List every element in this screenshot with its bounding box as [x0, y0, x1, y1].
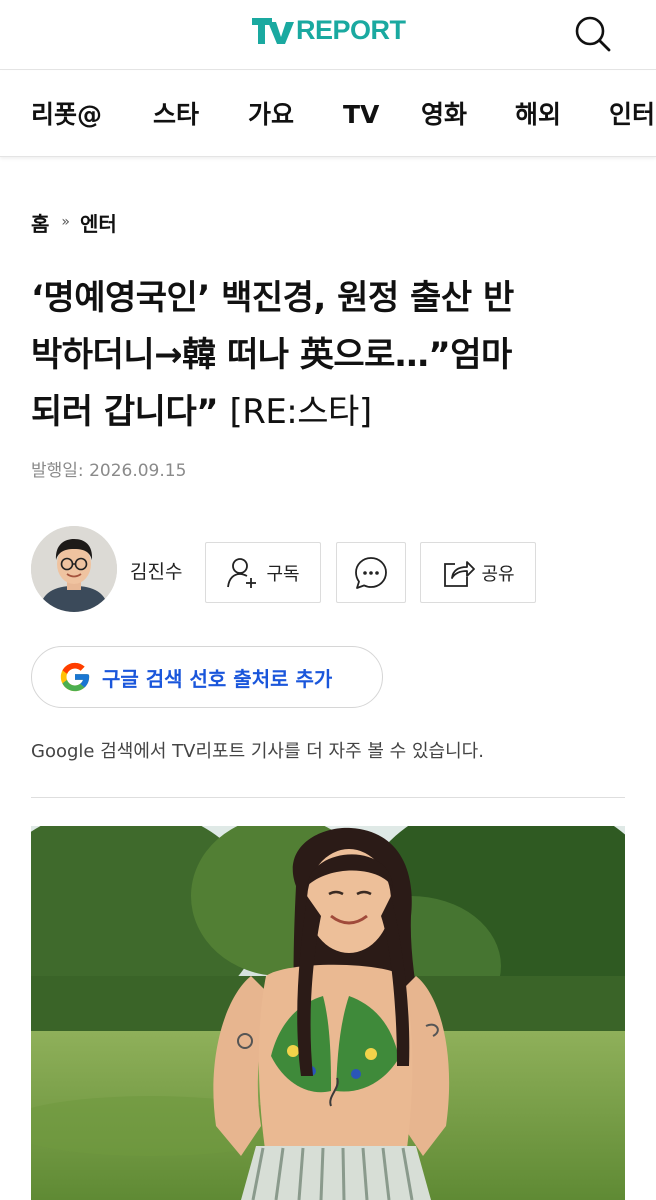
- category-nav: 리폿@ 스타 가요 TV 영화 해외 인터: [0, 71, 656, 157]
- search-button[interactable]: [570, 12, 616, 56]
- share-button[interactable]: 공유: [420, 542, 536, 603]
- tv-report-logo[interactable]: REPORT: [250, 10, 406, 50]
- nav-item-report[interactable]: 리폿@: [31, 97, 102, 133]
- nav-item-overseas[interactable]: 해외: [515, 97, 561, 133]
- publish-date-label: 발행일:: [31, 461, 84, 481]
- author-name[interactable]: 김진수: [130, 557, 182, 584]
- google-g-icon: [60, 662, 90, 692]
- publish-date: 발행일: 2026.09.15: [31, 456, 186, 482]
- breadcrumb-home[interactable]: 홈: [31, 208, 49, 237]
- divider: [31, 797, 625, 798]
- author-photo: [31, 526, 117, 612]
- breadcrumb-section[interactable]: 엔터: [80, 208, 117, 237]
- share-icon: [444, 560, 476, 587]
- user-plus-icon: [227, 557, 257, 588]
- google-preferred-source-button[interactable]: 구글 검색 선호 출처로 추가: [31, 646, 383, 708]
- subscribe-label: 구독: [266, 563, 300, 585]
- google-button-label: 구글 검색 선호 출처로 추가: [102, 666, 333, 691]
- avatar[interactable]: [31, 526, 117, 612]
- breadcrumb: 홈 » 엔터: [31, 205, 117, 239]
- nav-item-music[interactable]: 가요: [248, 97, 294, 133]
- nav-item-movie[interactable]: 영화: [421, 97, 467, 133]
- publish-date-value: 2026.09.15: [89, 461, 187, 481]
- title-tag: [RE:스타]: [229, 392, 372, 432]
- nav-item-interview[interactable]: 인터: [609, 97, 655, 133]
- title-line-1: ‘명예영국인’ 백진경, 원정 출산 반: [31, 278, 514, 318]
- search-icon: [575, 16, 611, 52]
- title-line-3: 되러 갑니다”: [31, 392, 219, 432]
- more-dots-icon: [355, 556, 387, 589]
- top-header: REPORT: [0, 0, 656, 70]
- breadcrumb-separator: »: [61, 214, 70, 230]
- google-note: Google 검색에서 TV리포트 기사를 더 자주 볼 수 있습니다.: [31, 741, 484, 762]
- article-photo-image: [31, 826, 625, 1200]
- nav-item-tv[interactable]: TV: [343, 97, 379, 133]
- more-button[interactable]: [336, 542, 406, 603]
- article-title: ‘명예영국인’ 백진경, 원정 출산 반 박하더니→韓 떠나 英으로…”엄마 되…: [31, 270, 631, 441]
- title-line-2: 박하더니→韓 떠나 英으로…”엄마: [31, 335, 512, 375]
- nav-item-star[interactable]: 스타: [153, 97, 199, 133]
- subscribe-button[interactable]: 구독: [205, 542, 321, 603]
- logo-text: REPORT: [296, 15, 406, 45]
- tv-logo-icon: [252, 18, 294, 44]
- article-photo[interactable]: [31, 826, 625, 1200]
- share-label: 공유: [481, 563, 515, 585]
